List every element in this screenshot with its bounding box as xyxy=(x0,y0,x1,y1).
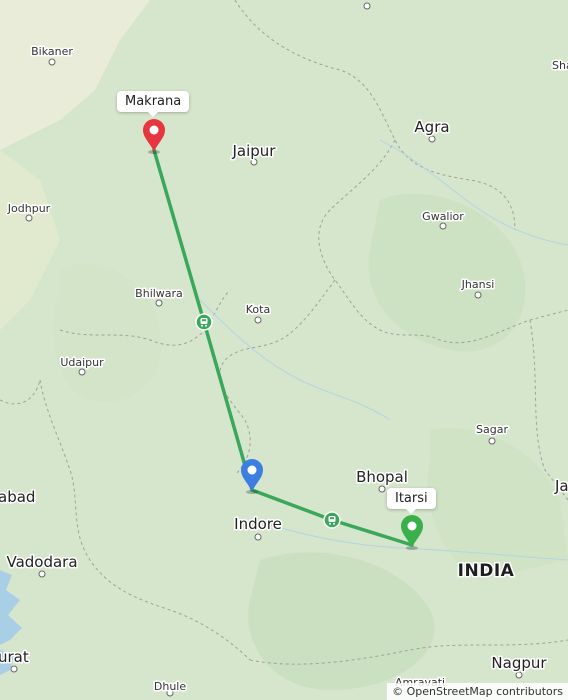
city-dot xyxy=(474,291,482,299)
map-canvas[interactable]: Bikaner Jaipur Agra Jodhpur Gwalior Bhil… xyxy=(0,0,568,700)
city-label-bikaner: Bikaner xyxy=(31,45,73,58)
city-label-gwalior: Gwalior xyxy=(422,210,464,223)
map-attribution[interactable]: © OpenStreetMap contributors xyxy=(387,683,568,700)
train-icon[interactable] xyxy=(195,313,213,331)
edge-label-right-mid: Ja xyxy=(554,477,568,495)
country-label: INDIA xyxy=(458,561,515,581)
edge-label-left-top: abad xyxy=(0,488,35,506)
city-label-sagar: Sagar xyxy=(476,423,508,436)
city-label-bhilwara: Bhilwara xyxy=(135,287,183,300)
city-dot xyxy=(48,58,56,66)
city-dot xyxy=(38,570,46,578)
origin-callout[interactable]: Makrana xyxy=(117,91,190,117)
city-dot xyxy=(439,222,447,230)
edge-label-left-bottom: urat xyxy=(0,648,29,666)
city-label-jaipur: Jaipur xyxy=(232,142,277,160)
city-dot xyxy=(378,485,386,493)
origin-label: Makrana xyxy=(125,94,182,109)
city-dot xyxy=(25,214,33,222)
city-label-vadodara: Vadodara xyxy=(6,553,77,571)
city-dot xyxy=(254,316,262,324)
city-label-indore: Indore xyxy=(234,515,282,533)
city-label-jhansi: Jhansi xyxy=(461,278,495,291)
city-dot xyxy=(254,533,262,541)
train-icon[interactable] xyxy=(323,511,341,529)
destination-label: Itarsi xyxy=(395,491,428,506)
city-label-bhopal: Bhopal xyxy=(356,468,408,486)
city-label-udaipur: Udaipur xyxy=(60,356,104,369)
destination-callout[interactable]: Itarsi xyxy=(387,488,436,514)
city-dot xyxy=(78,368,86,376)
city-dot xyxy=(363,2,371,10)
city-dot xyxy=(10,665,18,673)
city-label-kota: Kota xyxy=(246,303,270,316)
city-label-nagpur: Nagpur xyxy=(491,654,547,672)
city-dot xyxy=(155,299,163,307)
city-label-agra: Agra xyxy=(414,118,449,136)
city-dot xyxy=(488,437,496,445)
city-dot xyxy=(428,135,436,143)
city-dot xyxy=(515,671,523,679)
city-label-dhule: Dhule xyxy=(154,680,186,693)
attribution-text: © OpenStreetMap contributors xyxy=(392,685,563,698)
city-label-jodhpur: Jodhpur xyxy=(7,202,51,215)
edge-label-right-top: Sha xyxy=(552,59,568,72)
